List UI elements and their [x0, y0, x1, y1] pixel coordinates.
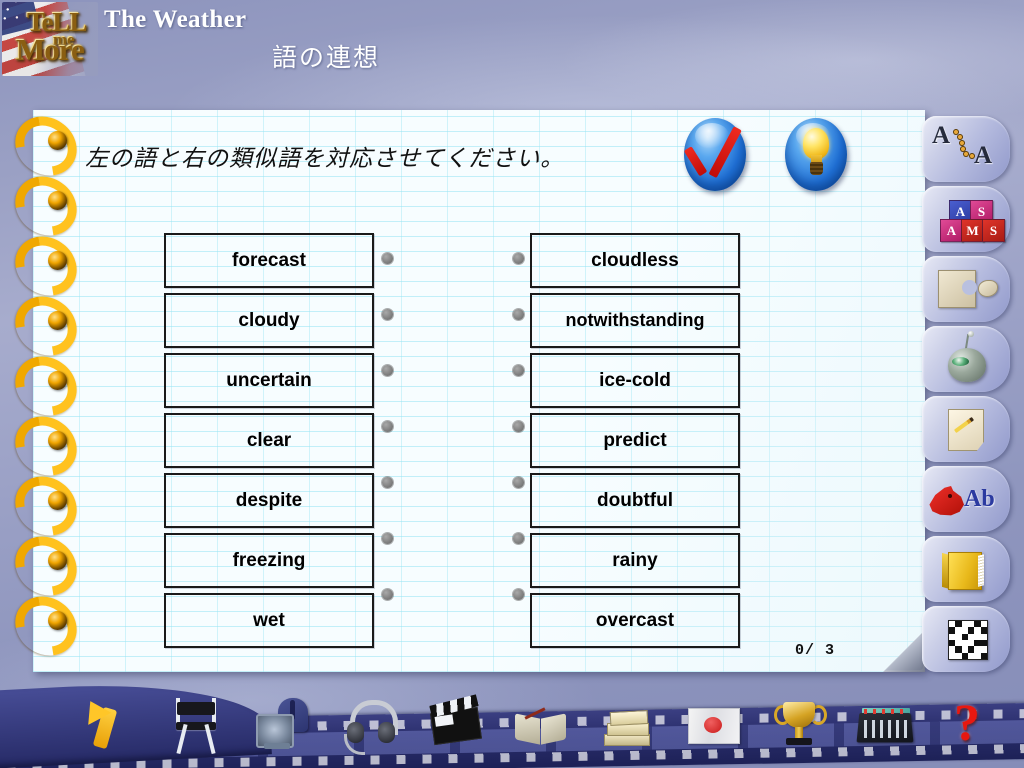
- right-connector-dots: [512, 233, 524, 625]
- back-arrow-button[interactable]: [78, 695, 134, 750]
- block-letter: S: [982, 219, 1005, 242]
- left-word-box[interactable]: clear: [164, 413, 374, 468]
- right-word-box[interactable]: rainy: [530, 533, 740, 588]
- left-word-column: forecast cloudy uncertain clear despite freez…: [164, 233, 374, 653]
- blocks-icon: A S A M S: [922, 186, 1010, 252]
- checkmark-icon: [683, 124, 742, 182]
- sidebar-item-lesson-book[interactable]: [922, 536, 1010, 602]
- alien-icon: [922, 326, 1010, 392]
- right-word-box[interactable]: ice-cold: [530, 353, 740, 408]
- video-lesson-button[interactable]: [252, 694, 314, 756]
- right-word-column: cloudless notwithstanding ice-cold predict d…: [530, 233, 740, 653]
- yellow-book-icon: [922, 536, 1010, 602]
- reading-button[interactable]: [510, 694, 572, 756]
- left-connector-dot[interactable]: [381, 513, 393, 564]
- exercise-type-title: 語の連想: [272, 43, 381, 72]
- left-connector-dot[interactable]: [381, 345, 393, 396]
- right-connector-dot[interactable]: [512, 457, 524, 508]
- hint-button[interactable]: [785, 118, 847, 191]
- workshop-button[interactable]: [166, 694, 228, 756]
- curl-edge: [886, 634, 923, 670]
- right-connector-dot[interactable]: [512, 233, 524, 284]
- crossword-cell: [980, 652, 987, 659]
- question-mark-icon: ?: [954, 695, 980, 752]
- pronunciation-button[interactable]: [338, 694, 400, 756]
- horse-ab-icon: Ab: [922, 466, 1010, 532]
- app-logo: TeLL me More: [2, 2, 98, 76]
- exercise-type-sidebar: A A A S A M S Ab: [922, 110, 1024, 672]
- right-word-box[interactable]: notwithstanding: [530, 293, 740, 348]
- right-connector-dot[interactable]: [512, 289, 524, 340]
- a-to-a-letter-start: A: [932, 122, 951, 149]
- a-to-a-icon: A A: [922, 116, 1010, 182]
- instruction-text: 左の語と右の類似語を対応させてください。: [85, 146, 565, 172]
- language-select-button[interactable]: [682, 694, 744, 756]
- left-word-box[interactable]: forecast: [164, 233, 374, 288]
- right-connector-dot[interactable]: [512, 513, 524, 564]
- sidebar-item-crossword[interactable]: [922, 606, 1010, 672]
- lightbulb-icon: [803, 128, 829, 180]
- sidebar-item-dictionary[interactable]: Ab: [922, 466, 1010, 532]
- left-connector-dots: [381, 233, 393, 625]
- left-word-box[interactable]: freezing: [164, 533, 374, 588]
- right-connector-dot[interactable]: [512, 401, 524, 452]
- left-word-box[interactable]: uncertain: [164, 353, 374, 408]
- settings-mixer-button[interactable]: [854, 694, 916, 756]
- left-word-box[interactable]: despite: [164, 473, 374, 528]
- sidebar-item-alien[interactable]: [922, 326, 1010, 392]
- left-connector-dot[interactable]: [381, 457, 393, 508]
- left-word-box[interactable]: wet: [164, 593, 374, 648]
- left-connector-dot[interactable]: [381, 289, 393, 340]
- lesson-title: The Weather: [104, 6, 247, 33]
- dictionary-label: Ab: [964, 486, 995, 512]
- right-connector-dot[interactable]: [512, 345, 524, 396]
- puzzle-icon: [922, 256, 1010, 322]
- left-connector-dot[interactable]: [381, 233, 393, 284]
- progress-results-button[interactable]: [768, 694, 830, 756]
- note-pencil-icon: [922, 396, 1010, 462]
- right-word-box[interactable]: predict: [530, 413, 740, 468]
- sidebar-item-word-association[interactable]: A A: [922, 116, 1010, 182]
- block-letter: M: [961, 219, 984, 242]
- crossword-icon: [922, 606, 1010, 672]
- help-button[interactable]: ?: [944, 694, 1006, 756]
- page-curl-corner: [879, 626, 925, 672]
- filmstrip-ramp: [0, 676, 272, 768]
- right-word-box[interactable]: doubtful: [530, 473, 740, 528]
- logo-text-more: More: [15, 31, 84, 66]
- header-bar: TeLL me More The Weather 語の連想: [0, 0, 1024, 95]
- application-window: TeLL me More The Weather 語の連想 左の語と右の類似語を…: [0, 0, 1024, 768]
- sidebar-item-puzzle[interactable]: [922, 256, 1010, 322]
- movie-clip-button[interactable]: [424, 694, 486, 756]
- score-display: 0/ 3: [795, 642, 836, 659]
- block-letter: A: [940, 219, 963, 242]
- check-answer-button[interactable]: [683, 118, 746, 191]
- grammar-books-button[interactable]: [596, 694, 658, 756]
- right-connector-dot[interactable]: [512, 569, 524, 620]
- sidebar-item-note-pencil[interactable]: [922, 396, 1010, 462]
- left-word-box[interactable]: cloudy: [164, 293, 374, 348]
- left-connector-dot[interactable]: [381, 401, 393, 452]
- right-word-box[interactable]: overcast: [530, 593, 740, 648]
- left-connector-dot[interactable]: [381, 569, 393, 620]
- dotted-path-icon: [954, 130, 980, 158]
- sidebar-item-alphabet-blocks[interactable]: A S A M S: [922, 186, 1010, 252]
- right-word-box[interactable]: cloudless: [530, 233, 740, 288]
